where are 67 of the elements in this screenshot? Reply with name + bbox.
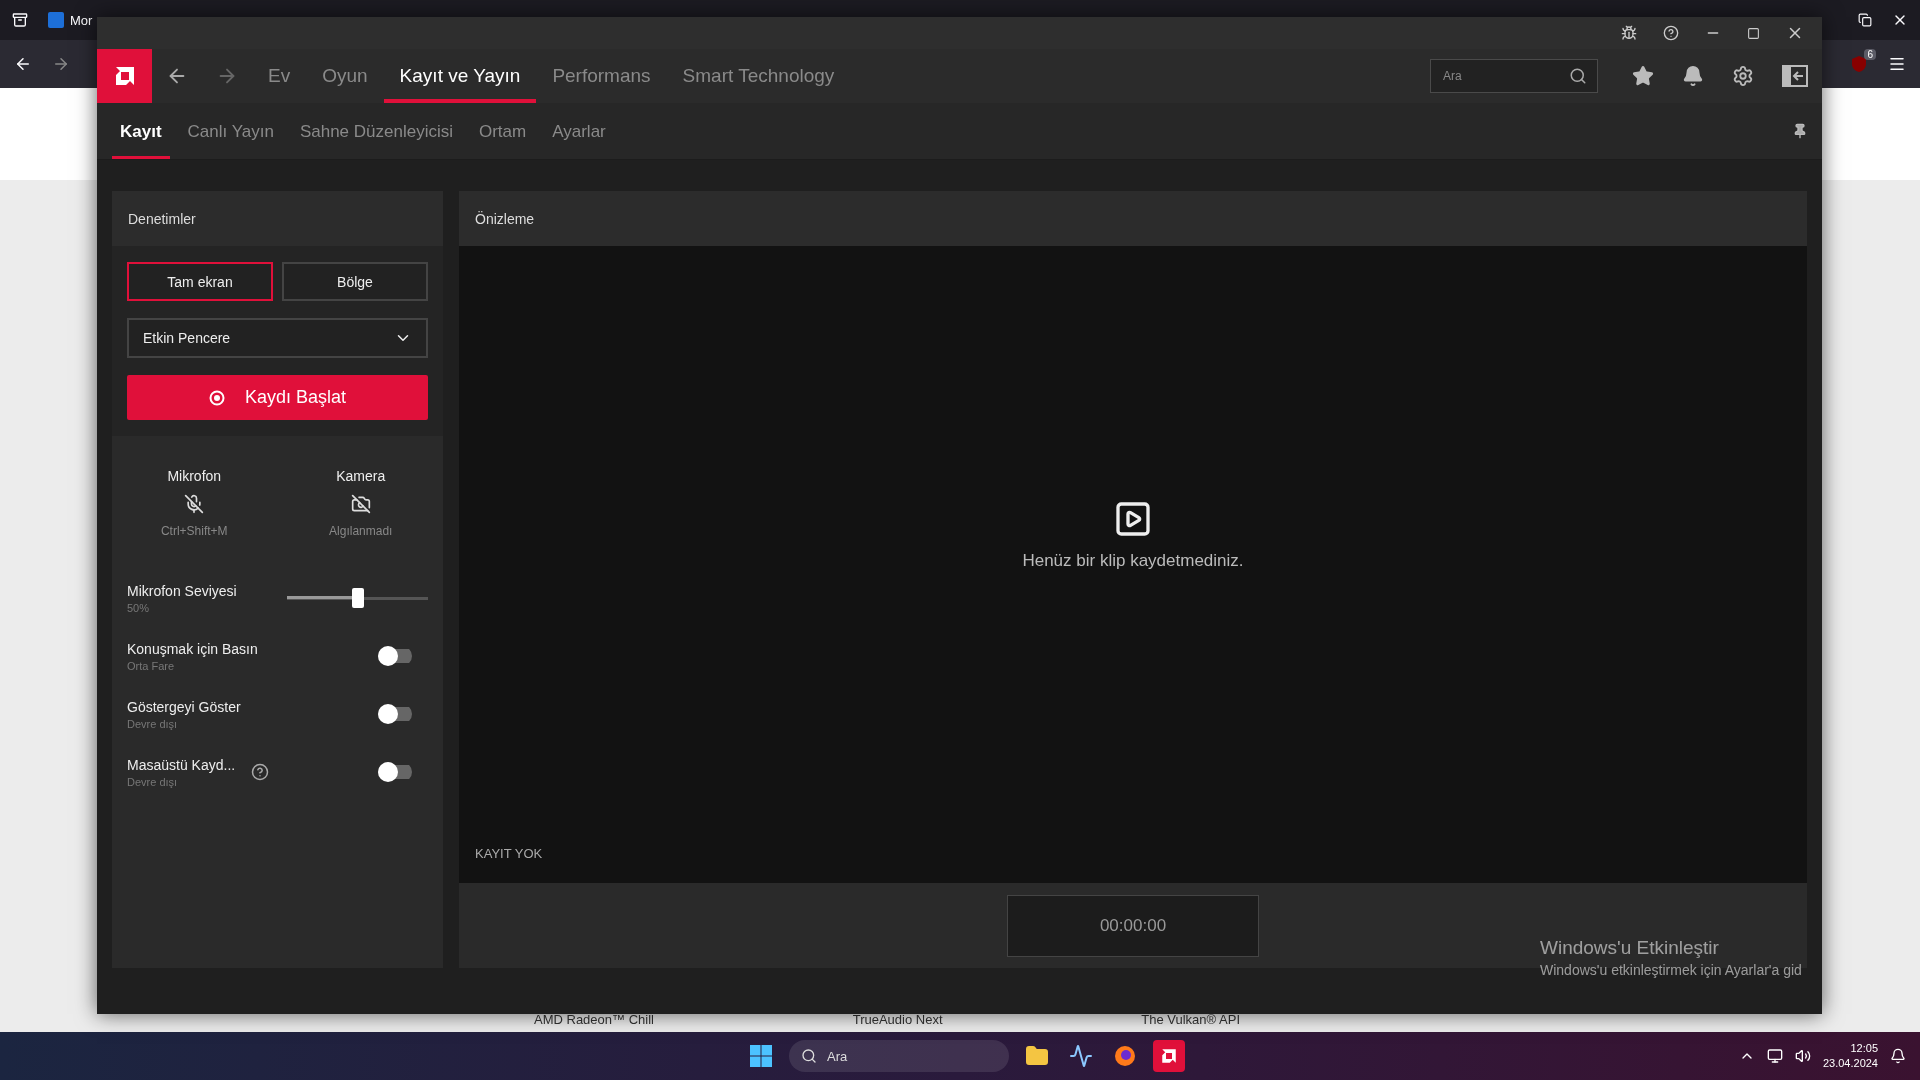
slider-thumb[interactable] bbox=[351, 588, 364, 608]
app-logo[interactable] bbox=[97, 49, 152, 103]
bug-icon[interactable] bbox=[1621, 25, 1637, 41]
sub-tab[interactable]: Ortam bbox=[471, 103, 535, 159]
extension-badge: 6 bbox=[1864, 49, 1876, 60]
toggle-switch[interactable] bbox=[378, 762, 412, 782]
setting-caption: Orta Fare bbox=[127, 659, 176, 672]
back-icon[interactable] bbox=[14, 55, 32, 73]
search-icon bbox=[1569, 67, 1587, 85]
camera-off-icon bbox=[350, 494, 371, 514]
setting-label: Göstergeyi Göster bbox=[127, 698, 241, 715]
capture-dropdown[interactable]: Etkin Pencere bbox=[127, 318, 428, 358]
search-placeholder: Ara bbox=[827, 1048, 848, 1064]
activation-text: Windows'u etkinleştirmek için Ayarlar'a gid bbox=[1540, 962, 1802, 978]
maximize-icon[interactable] bbox=[1747, 26, 1760, 40]
page-heading: The Vulkan® API bbox=[1141, 1012, 1240, 1029]
search-box[interactable]: Ara bbox=[1430, 59, 1598, 93]
muted-microphone-icon bbox=[184, 494, 205, 514]
setting-caption: Devre dışı bbox=[127, 717, 179, 730]
settings-icon bbox=[1732, 65, 1754, 87]
sub-tab[interactable]: Ayarlar bbox=[544, 103, 614, 159]
search-field[interactable]: Ara bbox=[1441, 68, 1569, 84]
capture-mode-button[interactable]: Tam ekran bbox=[127, 262, 273, 301]
nav-tab[interactable]: Performans bbox=[536, 49, 667, 103]
nav-tab[interactable]: Ev bbox=[252, 49, 307, 103]
restore-icon[interactable] bbox=[1858, 13, 1872, 27]
star-icon bbox=[1632, 65, 1654, 87]
record-icon bbox=[208, 389, 225, 406]
menu-icon[interactable] bbox=[1888, 55, 1906, 73]
capture-mode-button[interactable]: Bölge bbox=[282, 262, 428, 301]
browser-tab-title[interactable]: Mor bbox=[70, 12, 93, 28]
logo-icon bbox=[1160, 1047, 1178, 1065]
help-icon[interactable] bbox=[1663, 25, 1679, 41]
bell-icon bbox=[1682, 65, 1704, 87]
chart-app-icon[interactable] bbox=[1069, 1044, 1093, 1068]
page-heading: AMD Radeon™ Chill bbox=[534, 1012, 654, 1029]
start-recording-button[interactable]: Kaydı Başlat bbox=[127, 375, 428, 420]
taskbar-search-field[interactable]: Ara bbox=[789, 1040, 1009, 1072]
clock-time[interactable]: 12:05 bbox=[1850, 1041, 1878, 1056]
setting-caption: Devre dışı bbox=[127, 775, 179, 788]
recording-status: KAYIT YOK bbox=[475, 846, 543, 861]
sub-tab[interactable]: Sahne Düzenleyicisi bbox=[291, 103, 461, 159]
panel-title: Önizleme bbox=[459, 191, 1807, 246]
page-heading: TrueAudio Next bbox=[852, 1012, 943, 1029]
setting-label: Masaüstü Kayd... bbox=[127, 756, 236, 773]
notification-icon[interactable] bbox=[1890, 1048, 1906, 1064]
forward-icon[interactable] bbox=[52, 55, 70, 73]
windows-start-icon[interactable] bbox=[749, 1044, 773, 1068]
nav-tab[interactable]: Smart Technology bbox=[666, 49, 851, 103]
empty-message: Henüz bir klip kaydetmediniz. bbox=[1022, 550, 1244, 571]
volume-icon[interactable] bbox=[1794, 1048, 1811, 1064]
clock-date[interactable]: 23.04.2024 bbox=[1822, 1056, 1878, 1071]
sub-tab[interactable]: Canlı Yayın bbox=[179, 103, 282, 159]
help-icon[interactable] bbox=[251, 763, 270, 781]
pin-icon bbox=[1792, 123, 1808, 139]
setting-label: Mikrofon Seviyesi bbox=[127, 582, 237, 599]
toggle-switch[interactable] bbox=[378, 704, 412, 724]
nav-tab[interactable]: Oyun bbox=[306, 49, 384, 103]
folder-icon[interactable] bbox=[1025, 1044, 1049, 1068]
setting-label: Konuşmak için Basın bbox=[127, 640, 258, 657]
site-favicon-icon bbox=[48, 12, 64, 28]
setting-caption: 50% bbox=[127, 601, 151, 614]
activation-title: Windows'u Etkinleştir bbox=[1540, 937, 1720, 959]
radeon-app-icon[interactable] bbox=[1153, 1040, 1185, 1072]
search-icon bbox=[801, 1048, 817, 1064]
toggle-switch[interactable] bbox=[378, 646, 412, 666]
timer-display: 00:00:00 bbox=[1007, 894, 1259, 957]
